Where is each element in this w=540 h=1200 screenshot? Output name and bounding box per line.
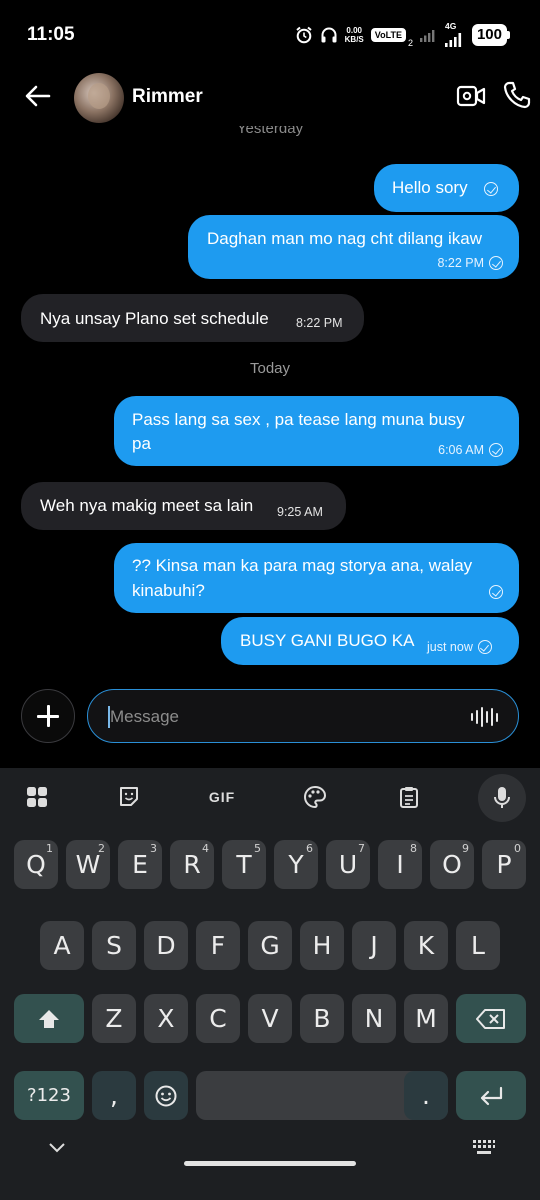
message-text: Hello sory [392,178,468,197]
sent-check-icon [489,256,503,270]
key-r[interactable]: R4 [170,840,214,889]
contact-name[interactable]: Rimmer [132,86,203,108]
signal-4g: 4G [443,21,465,47]
message-text-line2: kinabuhi? [132,581,205,600]
comma-key[interactable]: , [92,1071,136,1120]
key-c[interactable]: C [196,994,240,1043]
enter-icon [480,1086,503,1105]
key-j[interactable]: J [352,921,396,970]
home-gesture-bar[interactable] [184,1161,356,1166]
chat-header: Rimmer [0,70,540,126]
shift-key[interactable] [14,994,84,1043]
enter-key[interactable] [456,1071,526,1120]
keyboard-switch-icon[interactable] [472,1139,496,1157]
sim-slot: 2 [407,38,413,48]
message-text: Weh nya makig meet sa lain [40,496,254,515]
message-meta [484,182,498,196]
hide-keyboard-icon[interactable] [47,1141,67,1155]
message-meta: 6:06 AM [438,438,503,462]
message-input[interactable] [110,702,470,732]
status-icons: 0.00 KB/S VoLTE 2 4G 100 [295,21,510,48]
sent-check-icon [484,182,498,196]
mic-button[interactable] [478,774,526,822]
message-bubble-outgoing[interactable]: Daghan man mo nag cht dilang ikaw 8:22 P… [188,215,519,279]
key-u[interactable]: U7 [326,840,370,889]
message-text: BUSY GANI BUGO KA [240,631,415,650]
key-v[interactable]: V [248,994,292,1043]
message-text-line2: pa [132,434,151,453]
backspace-key[interactable] [456,994,526,1043]
key-d[interactable]: D [144,921,188,970]
status-time: 11:05 [27,24,75,45]
message-meta: 8:22 PM [437,251,503,275]
message-meta: just now [427,635,492,659]
key-b[interactable]: B [300,994,344,1043]
key-a[interactable]: A [40,921,84,970]
message-meta [489,585,503,599]
message-meta: 9:25 AM [277,505,323,519]
message-meta: 8:22 PM [296,316,343,330]
key-h[interactable]: H [300,921,344,970]
message-bubble-incoming[interactable]: Weh nya makig meet sa lain 9:25 AM [21,482,346,530]
status-bar: 11:05 0.00 KB/S VoLTE 2 4G 100 [0,0,540,70]
key-m[interactable]: M [404,994,448,1043]
message-bubble-outgoing[interactable]: BUSY GANI BUGO KA just now [221,617,519,665]
backspace-icon [476,1008,505,1029]
period-key[interactable]: . [404,1071,448,1120]
message-text: ?? Kinsa man ka para mag storya ana, wal… [132,556,473,575]
key-e[interactable]: E3 [118,840,162,889]
key-z[interactable]: Z [92,994,136,1043]
shift-icon [39,1009,59,1028]
palette-icon[interactable] [290,768,340,826]
emoji-key[interactable] [144,1071,188,1120]
apps-grid-icon[interactable] [12,768,62,826]
video-call-icon[interactable] [456,82,486,110]
sent-check-icon [477,640,492,654]
key-q[interactable]: Q1 [14,840,58,889]
key-s[interactable]: S [92,921,136,970]
message-input-box[interactable] [87,689,519,743]
message-text: Nya unsay Plano set schedule [40,309,269,328]
clipboard-icon[interactable] [384,768,434,826]
gif-button[interactable]: GIF [197,768,247,826]
key-i[interactable]: I8 [378,840,422,889]
emoji-icon [155,1085,177,1106]
key-f[interactable]: F [196,921,240,970]
headphones-icon [321,27,337,43]
signal-strong-icon [444,33,462,47]
key-k[interactable]: K [404,921,448,970]
message-bubble-incoming[interactable]: Nya unsay Plano set schedule 8:22 PM [21,294,364,342]
volte-badge: VoLTE [370,28,406,42]
message-text: Pass lang sa sex , pa tease lang muna bu… [132,410,465,429]
date-divider-yesterday: Yesterday [236,126,304,137]
message-bubble-outgoing[interactable]: ?? Kinsa man ka para mag storya ana, wal… [114,543,519,613]
key-x[interactable]: X [144,994,188,1043]
back-arrow-icon[interactable] [22,80,54,112]
key-l[interactable]: L [456,921,500,970]
key-o[interactable]: O9 [430,840,474,889]
alarm-icon [296,26,312,44]
key-y[interactable]: Y6 [274,840,318,889]
sticker-icon[interactable] [104,768,154,826]
key-n[interactable]: N [352,994,396,1043]
message-bubble-outgoing[interactable]: Hello sory [374,164,519,212]
key-t[interactable]: T5 [222,840,266,889]
phone-call-icon[interactable] [502,80,532,110]
sent-check-icon [489,443,503,457]
key-w[interactable]: W2 [66,840,110,889]
avatar[interactable] [74,73,124,123]
mic-icon [494,787,510,808]
key-p[interactable]: P0 [482,840,526,889]
message-bubble-outgoing[interactable]: Pass lang sa sex , pa tease lang muna bu… [114,396,519,466]
voice-message-icon[interactable] [470,706,498,728]
sent-check-icon [489,585,503,599]
message-text: Daghan man mo nag cht dilang ikaw [207,229,482,248]
signal-weak-icon [419,30,435,42]
symbols-key[interactable]: ?123 [14,1071,84,1120]
date-divider-today: Today [249,360,291,377]
key-g[interactable]: G [248,921,292,970]
network-speed: 0.00 KB/S [344,26,364,44]
battery-indicator: 100 [471,24,510,46]
add-attachment-button[interactable] [21,689,75,743]
